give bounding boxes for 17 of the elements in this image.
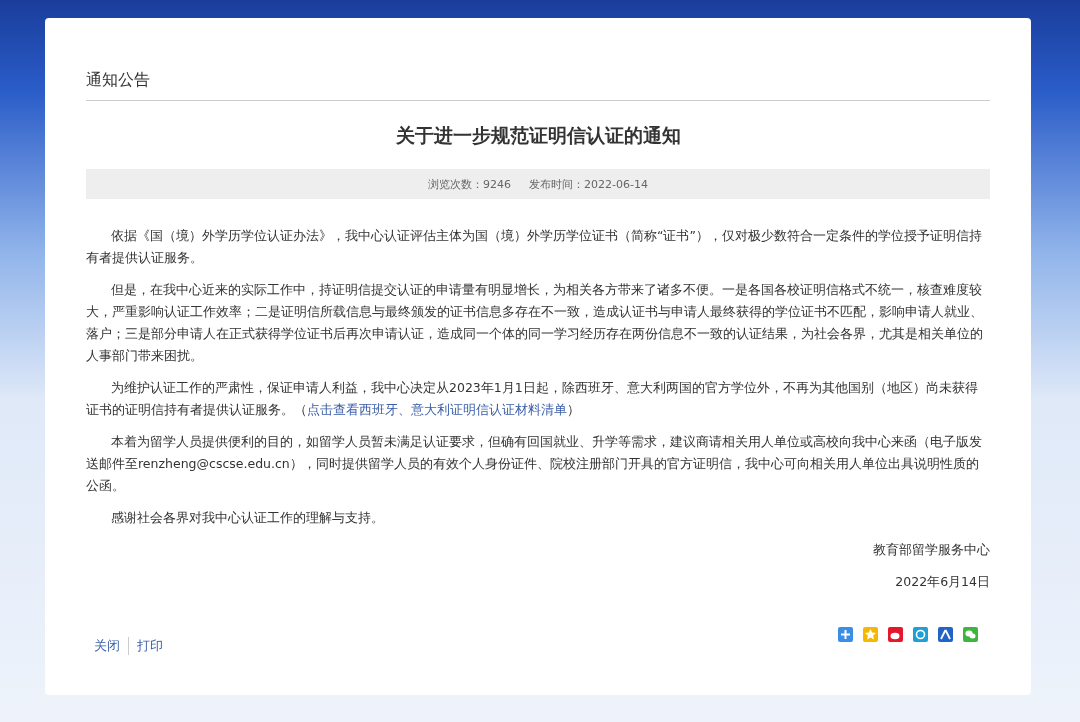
paragraph: 依据《国（境）外学历学位认证办法》，我中心认证评估主体为国（境）外学历学位证书（简称“证书”），仅对极少数符合一定条件的学位授予证明信持有者提供认证服务。	[86, 227, 983, 267]
publish-date: 发布时间：2022-06-14	[529, 176, 648, 192]
share-plus-icon[interactable]	[838, 627, 853, 642]
section-title: 通知公告	[86, 70, 990, 101]
signature: 教育部留学服务中心	[872, 541, 990, 559]
article-title: 关于进一步规范证明信认证的通知	[394, 123, 682, 148]
footer-link[interactable]: 关闭	[94, 637, 128, 655]
paragraph: 为维护认证工作的严肃性，保证申请人利益，我中心决定从2023年1月1日起，除西班牙、意大利两国的官方学位外，不再为其他国别（地区）尚未获得证书的证明信持有者提供认证服务。（点击查看西班牙、意大利证明信认证材料清单）	[86, 379, 979, 419]
footer-link[interactable]: 打印	[128, 637, 171, 655]
paragraph: 感谢社会各界对我中心认证工作的理解与支持。	[110, 509, 385, 527]
paragraph: 本着为留学人员提供便利的目的，如留学人员暂未满足认证要求，但确有回国就业、升学等需求，建议商请相关用人单位或高校向我中心来函（电子版发送邮件至renzheng@cscse.edu.cn），同时提供留学人员的有效个人身份证件、院校注册部门开具的官方证明信，我中心可向相关用人单位出具说明性质的公函。	[86, 433, 983, 495]
share-star-icon[interactable]	[863, 627, 878, 642]
view-count: 浏览次数：9246	[428, 176, 512, 192]
share-wechat-icon[interactable]	[963, 627, 978, 642]
materials-link[interactable]: 点击查看西班牙、意大利证明信认证材料清单	[307, 402, 567, 417]
signature-date: 2022年6月14日	[894, 573, 990, 591]
paragraph: 但是，在我中心近来的实际工作中，持证明信提交认证的申请量有明显增长，为相关各方带来了诸多不便。一是各国各校证明信格式不统一，核查难度较大，严重影响认证工作效率；二是证明信所载信息与最终颁发的证书信息多存在不一致，造成认证书与申请人最终获得的学位证书不匹配，影响申请人就业、落户；三是部分申请人在正式获得学位证书后再次申请认证，造成同一个体的同一学习经历存在两份信息不一致的认证结果，为社会各界，尤其是相关单位的人事部门带来困扰。	[86, 281, 984, 365]
